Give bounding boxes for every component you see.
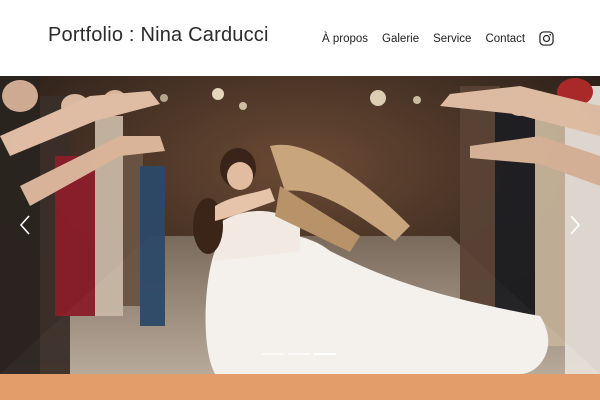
carousel-indicator[interactable] <box>288 353 310 355</box>
nav-link-gallery[interactable]: Galerie <box>382 33 419 45</box>
chevron-left-icon <box>19 215 30 235</box>
main-nav: À propos Galerie Service Contact <box>322 31 554 46</box>
carousel-indicator[interactable] <box>262 353 284 355</box>
nav-link-services[interactable]: Service <box>433 33 471 45</box>
site-header: Portfolio : Nina Carducci À propos Galer… <box>0 0 600 76</box>
nav-link-about[interactable]: À propos <box>322 33 368 45</box>
chevron-right-icon <box>570 215 581 235</box>
carousel-next-button[interactable] <box>568 214 582 236</box>
carousel-indicators <box>262 353 340 355</box>
wedding-photo <box>0 76 600 374</box>
carousel-indicator-active[interactable] <box>314 353 336 355</box>
accent-band <box>0 374 600 400</box>
hero-carousel[interactable] <box>0 76 600 374</box>
site-title[interactable]: Portfolio : Nina Carducci <box>48 24 269 47</box>
instagram-icon[interactable] <box>539 31 554 46</box>
nav-link-contact[interactable]: Contact <box>485 33 525 45</box>
carousel-prev-button[interactable] <box>18 214 32 236</box>
